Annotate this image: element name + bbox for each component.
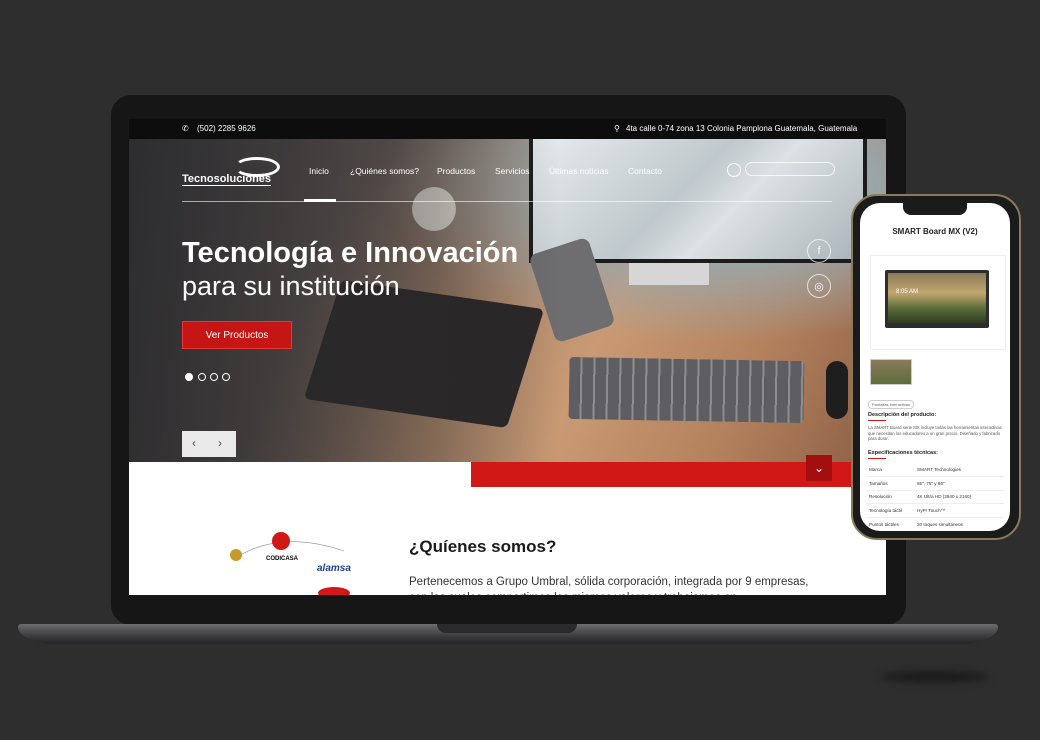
about-text: Pertenecemos a Grupo Umbral, sólida corp…	[409, 576, 809, 595]
product-thumbnail[interactable]	[870, 359, 912, 385]
instagram-icon[interactable]: ◎	[807, 274, 831, 298]
spec-value: 4K Ultra HD (3840 x 2160)	[917, 494, 972, 500]
brands-graphic: CODICASA alamsa	[204, 529, 374, 595]
phone-shadow	[880, 672, 990, 682]
specs-table: Marca SMART Technologies Tamaños 65", 75" …	[866, 463, 1004, 531]
description-underline	[868, 420, 886, 421]
slide-dot-3[interactable]	[210, 373, 218, 381]
spec-value: 20 toques simultáneos	[917, 522, 963, 528]
scroll-down-icon[interactable]: ⌄	[806, 455, 832, 481]
address: 4ta calle 0-74 zona 13 Colonia Pamplona …	[626, 124, 858, 133]
product-image: 8:05 AM	[870, 255, 1006, 350]
product-title: SMART Board MX (V2)	[892, 227, 978, 236]
spec-key: Puntos táctiles	[869, 522, 899, 528]
brand-codicasa: CODICASA	[266, 556, 299, 562]
search-input[interactable]	[745, 162, 835, 176]
table-row: Tamaños 65", 75" y 86"	[866, 477, 1004, 491]
spec-value: 65", 75" y 86"	[917, 480, 945, 486]
brand-name: Tecnosoluciones	[182, 173, 272, 186]
nav-divider	[182, 201, 832, 202]
spec-key: Tamaños	[869, 480, 888, 486]
specs-underline	[868, 458, 886, 459]
phone-screen: SMART Board MX (V2) 8:05 AM Pantallas In…	[860, 203, 1010, 531]
hero-title: Tecnología e Innovación	[182, 237, 519, 269]
spec-key: Resolución	[869, 494, 892, 500]
facebook-icon[interactable]: f	[807, 239, 831, 263]
table-row: Marca SMART Technologies	[866, 463, 1004, 477]
about-title: ¿Quíenes somos?	[409, 537, 557, 556]
nav-item-quienes-somos[interactable]: ¿Quiénes somos?	[350, 166, 419, 176]
table-row: Resolución 4K Ultra HD (3840 x 2160)	[866, 491, 1004, 505]
table-row: Tecnología táctil HyPr Touch™	[866, 504, 1004, 519]
laptop-notch	[437, 624, 577, 633]
slide-dot-4[interactable]	[222, 373, 230, 381]
keyboard-image	[568, 356, 805, 424]
mouse-image	[826, 361, 848, 419]
nav-item-servicios[interactable]: Servicios	[495, 166, 529, 176]
location-icon: ⚲	[614, 124, 620, 133]
nav-item-ultimas-noticias[interactable]: Últimas noticias	[549, 166, 609, 176]
monitor-stand-image	[629, 263, 709, 285]
nav-item-contacto[interactable]: Contacto	[628, 166, 662, 176]
phone-notch	[903, 203, 967, 215]
description-title: Descripción del producto:	[868, 412, 937, 418]
top-bar: ✆ (502) 2285 9626 ⚲ 4ta calle 0-74 zona …	[129, 119, 886, 139]
next-arrow-icon[interactable]: ›	[218, 436, 222, 450]
nav-item-inicio[interactable]: Inicio	[309, 166, 329, 176]
search-icon[interactable]	[727, 163, 741, 177]
hero-subtitle: para su institución	[182, 271, 400, 301]
board-time: 8:05 AM	[896, 289, 919, 295]
slide-dot-1[interactable]	[185, 373, 193, 381]
smart-board-image: 8:05 AM	[885, 270, 989, 328]
phone-icon: ✆	[182, 124, 189, 133]
category-tag[interactable]: Pantallas Interactivas	[868, 400, 915, 409]
spec-key: Marca	[869, 466, 882, 472]
specs-title: Especificaciones técnicas:	[868, 450, 939, 456]
spec-key: Tecnología táctil	[869, 508, 902, 514]
hero-slider: Tecnosoluciones Inicio ¿Quiénes somos? P…	[129, 139, 886, 462]
table-row: Puntos táctiles 20 toques simultáneos	[866, 518, 1004, 531]
slider-arrows: ‹ ›	[182, 431, 236, 457]
prev-arrow-icon[interactable]: ‹	[192, 436, 196, 450]
nav-item-productos[interactable]: Productos	[437, 166, 475, 176]
board-screen: 8:05 AM	[888, 273, 986, 323]
description-text: La SMART Board serie MX incluye todas la…	[868, 425, 1002, 442]
brand-alamsa: alamsa	[317, 563, 351, 574]
slide-dot-2[interactable]	[198, 373, 206, 381]
brands-arc	[230, 532, 350, 595]
laptop-screen: ✆ (502) 2285 9626 ⚲ 4ta calle 0-74 zona …	[129, 119, 886, 595]
phone-number[interactable]: (502) 2285 9626	[197, 124, 256, 133]
ver-productos-button[interactable]: Ver Productos	[182, 321, 292, 349]
nav-active-indicator	[304, 199, 336, 202]
spec-value: SMART Technologies	[917, 466, 961, 472]
spec-value: HyPr Touch™	[917, 508, 946, 514]
